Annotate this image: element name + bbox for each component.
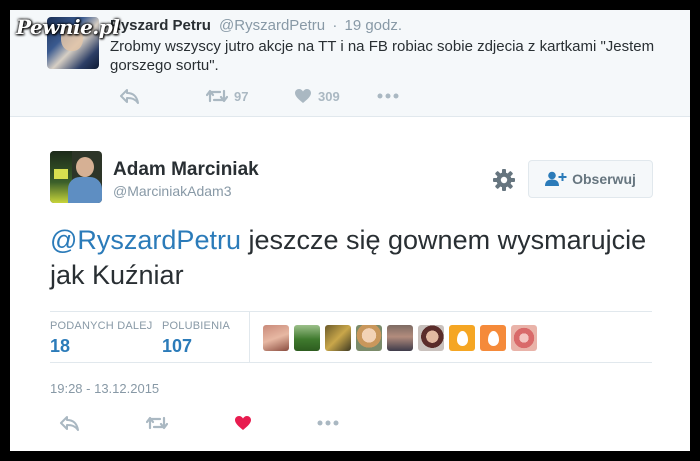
follow-button[interactable]: Obserwuj (528, 160, 653, 198)
reply-tweet-time[interactable]: 19 godz. (344, 17, 402, 34)
liker-avatar[interactable] (356, 325, 382, 351)
tweet-screenshot-frame: Pewnie.pl Ryszard Petru @RyszardPetru · … (10, 10, 690, 451)
retweet-stat-label: PODANYCH DALEJ (50, 320, 153, 332)
settings-gear-button[interactable] (493, 169, 515, 191)
heart-icon (235, 416, 251, 430)
reply-retweet-count: 97 (234, 88, 249, 104)
like-stat[interactable]: POLUBIENIA 107 (162, 320, 230, 357)
reply-icon (60, 416, 79, 431)
retweet-stat-count: 18 (50, 336, 71, 356)
retweet-stat[interactable]: PODANYCH DALEJ 18 (50, 320, 152, 357)
tweet-text: @RyszardPetru jeszcze się gownem wysmaru… (50, 223, 650, 293)
heart-icon (295, 89, 311, 103)
reply-author-handle[interactable]: @RyszardPetru (219, 17, 325, 34)
default-egg-avatar[interactable] (449, 325, 475, 351)
liker-avatar[interactable] (511, 325, 537, 351)
reply-more-button[interactable] (377, 86, 399, 106)
main-tweet-card: Adam Marciniak @MarciniakAdam3 Obserwuj … (10, 116, 690, 451)
retweet-icon (146, 416, 168, 430)
reply-button[interactable] (59, 413, 79, 433)
like-button[interactable] (234, 413, 252, 433)
reply-like-button[interactable]: 309 (294, 86, 340, 106)
liker-avatar[interactable] (387, 325, 413, 351)
more-dots-icon (317, 420, 339, 426)
retweet-button[interactable] (146, 413, 168, 433)
tweet-actions (50, 413, 450, 433)
like-stat-label: POLUBIENIA (162, 320, 231, 332)
more-button[interactable] (317, 413, 339, 433)
liker-avatars (263, 325, 542, 351)
reply-icon (120, 89, 139, 104)
stats-divider (249, 312, 250, 363)
reply-retweet-button[interactable]: 97 (206, 86, 248, 106)
reply-tweet-text: Zrobmy wszyscy jutro akcje na TT i na FB… (110, 38, 655, 74)
follow-button-label: Obserwuj (572, 171, 636, 187)
reply-tweet-actions: 97 309 (110, 86, 510, 106)
reply-header-separator: · (332, 17, 338, 34)
add-user-icon (545, 171, 567, 186)
liker-avatar[interactable] (294, 325, 320, 351)
tweet-stats: PODANYCH DALEJ 18 POLUBIENIA 107 (50, 311, 652, 363)
author-handle[interactable]: @MarciniakAdam3 (113, 183, 231, 199)
liker-avatar[interactable] (418, 325, 444, 351)
like-stat-count: 107 (162, 336, 193, 356)
retweet-icon (206, 89, 228, 103)
reply-author-name[interactable]: Ryszard Petru (110, 17, 211, 34)
gear-icon (493, 169, 515, 191)
tweet-timestamp[interactable]: 19:28 - 13.12.2015 (50, 381, 159, 396)
author-name[interactable]: Adam Marciniak (113, 159, 259, 181)
reply-action-button[interactable] (119, 86, 139, 106)
more-dots-icon (377, 93, 399, 99)
liker-avatar[interactable] (263, 325, 289, 351)
reply-tweet-header: Ryszard Petru @RyszardPetru · 19 godz. (110, 17, 402, 34)
default-egg-avatar[interactable] (480, 325, 506, 351)
watermark-logo: Pewnie.pl (16, 15, 120, 39)
author-avatar[interactable] (50, 151, 102, 203)
reply-like-count: 309 (318, 88, 340, 104)
mention-link[interactable]: @RyszardPetru (50, 225, 241, 255)
liker-avatar[interactable] (325, 325, 351, 351)
